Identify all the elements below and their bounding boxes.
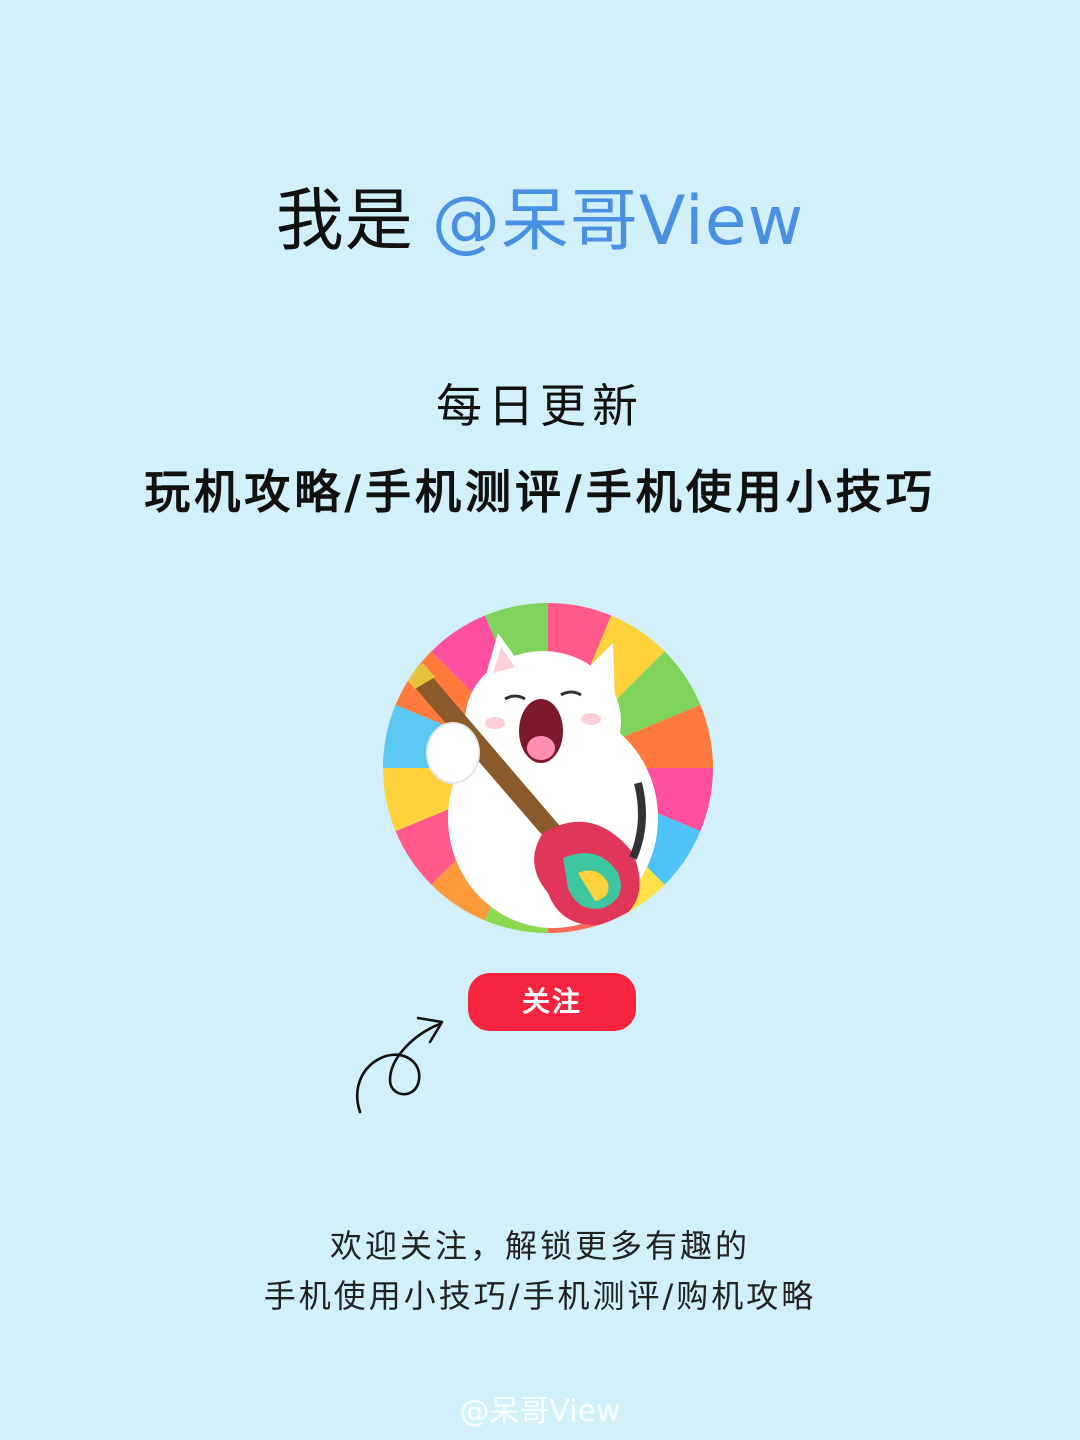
curly-arrow-icon [355,1016,444,1114]
invite-line-2: 手机使用小技巧/手机测评/购机攻略 [263,1277,817,1315]
account-handle[interactable]: @呆哥View [432,182,804,261]
follow-button[interactable]: 关注 [468,973,636,1031]
invite-line-1: 欢迎关注，解锁更多有趣的 [329,1227,750,1265]
cat-guitar-avatar-icon [383,603,713,933]
watermark: @呆哥View [459,1394,621,1429]
daily-update-label: 每日更新 [436,379,644,433]
page-title: 我是 @呆哥View [0,180,1080,264]
title-intro: 我是 [275,182,414,261]
topics-label: 玩机攻略/手机测评/手机使用小技巧 [144,465,936,519]
avatar[interactable] [383,603,713,933]
